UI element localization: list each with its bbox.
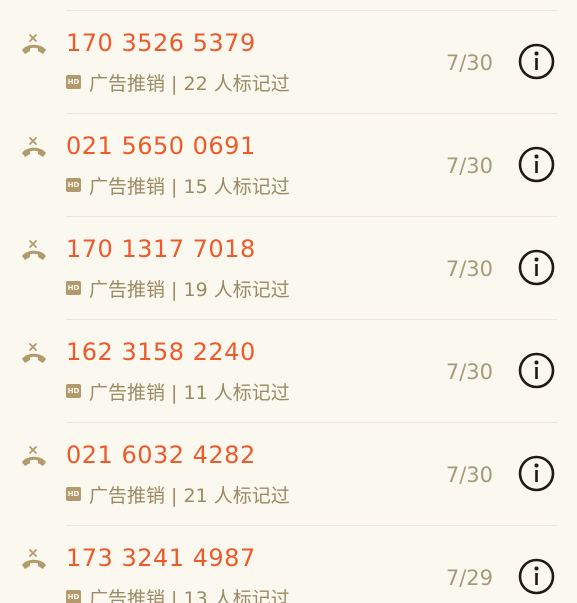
spam-tag: 广告推销 | 22 人标记过 xyxy=(89,72,290,95)
hd-badge: HD xyxy=(66,281,81,295)
phone-number: 021 5650 0691 xyxy=(66,132,256,160)
phone-number: 170 1317 7018 xyxy=(66,235,256,263)
missed-call-icon xyxy=(22,34,46,54)
call-meta: HD 广告推销 | 22 人标记过 xyxy=(66,69,290,95)
spam-tag: 广告推销 | 15 人标记过 xyxy=(89,175,290,198)
phone-number: 170 3526 5379 xyxy=(66,29,256,57)
info-icon[interactable] xyxy=(518,146,555,183)
call-date: 7/29 xyxy=(445,566,493,590)
missed-call-icon xyxy=(22,446,46,466)
call-date: 7/30 xyxy=(445,360,493,384)
hd-badge: HD xyxy=(66,178,81,192)
spam-tag: 广告推销 | 19 人标记过 xyxy=(89,278,290,301)
call-log-item[interactable]: 162 3158 2240 HD 广告推销 | 11 人标记过 7/30 xyxy=(0,320,577,423)
call-log-list: 170 3526 5379 HD 广告推销 | 22 人标记过 7/30 021… xyxy=(0,0,577,603)
call-log-item[interactable]: 021 6032 4282 HD 广告推销 | 21 人标记过 7/30 xyxy=(0,423,577,526)
info-icon[interactable] xyxy=(518,455,555,492)
call-meta: HD 广告推销 | 13 人标记过 xyxy=(66,584,290,603)
phone-number: 162 3158 2240 xyxy=(66,338,256,366)
phone-number: 021 6032 4282 xyxy=(66,441,256,469)
call-date: 7/30 xyxy=(445,257,493,281)
call-date: 7/30 xyxy=(445,463,493,487)
phone-number: 173 3241 4987 xyxy=(66,544,256,572)
call-meta: HD 广告推销 | 15 人标记过 xyxy=(66,172,290,198)
hd-badge: HD xyxy=(66,75,81,89)
missed-call-icon xyxy=(22,137,46,157)
missed-call-icon xyxy=(22,240,46,260)
call-meta: HD 广告推销 | 21 人标记过 xyxy=(66,481,290,507)
info-icon[interactable] xyxy=(518,352,555,389)
info-icon[interactable] xyxy=(518,249,555,286)
missed-call-icon xyxy=(22,549,46,569)
call-log-item[interactable]: 173 3241 4987 HD 广告推销 | 13 人标记过 7/29 xyxy=(0,526,577,603)
call-meta: HD 广告推销 | 11 人标记过 xyxy=(66,378,290,404)
spam-tag: 广告推销 | 13 人标记过 xyxy=(89,587,290,603)
info-icon[interactable] xyxy=(518,43,555,80)
call-meta: HD 广告推销 | 19 人标记过 xyxy=(66,275,290,301)
call-date: 7/30 xyxy=(445,51,493,75)
missed-call-icon xyxy=(22,343,46,363)
info-icon[interactable] xyxy=(518,558,555,595)
hd-badge: HD xyxy=(66,487,81,501)
call-date: 7/30 xyxy=(445,154,493,178)
call-log-item[interactable]: 170 1317 7018 HD 广告推销 | 19 人标记过 7/30 xyxy=(0,217,577,320)
spam-tag: 广告推销 | 11 人标记过 xyxy=(89,381,290,404)
hd-badge: HD xyxy=(66,384,81,398)
hd-badge: HD xyxy=(66,590,81,603)
call-log-item[interactable]: 021 5650 0691 HD 广告推销 | 15 人标记过 7/30 xyxy=(0,114,577,217)
call-log-item[interactable]: 170 3526 5379 HD 广告推销 | 22 人标记过 7/30 xyxy=(0,11,577,114)
spam-tag: 广告推销 | 21 人标记过 xyxy=(89,484,290,507)
